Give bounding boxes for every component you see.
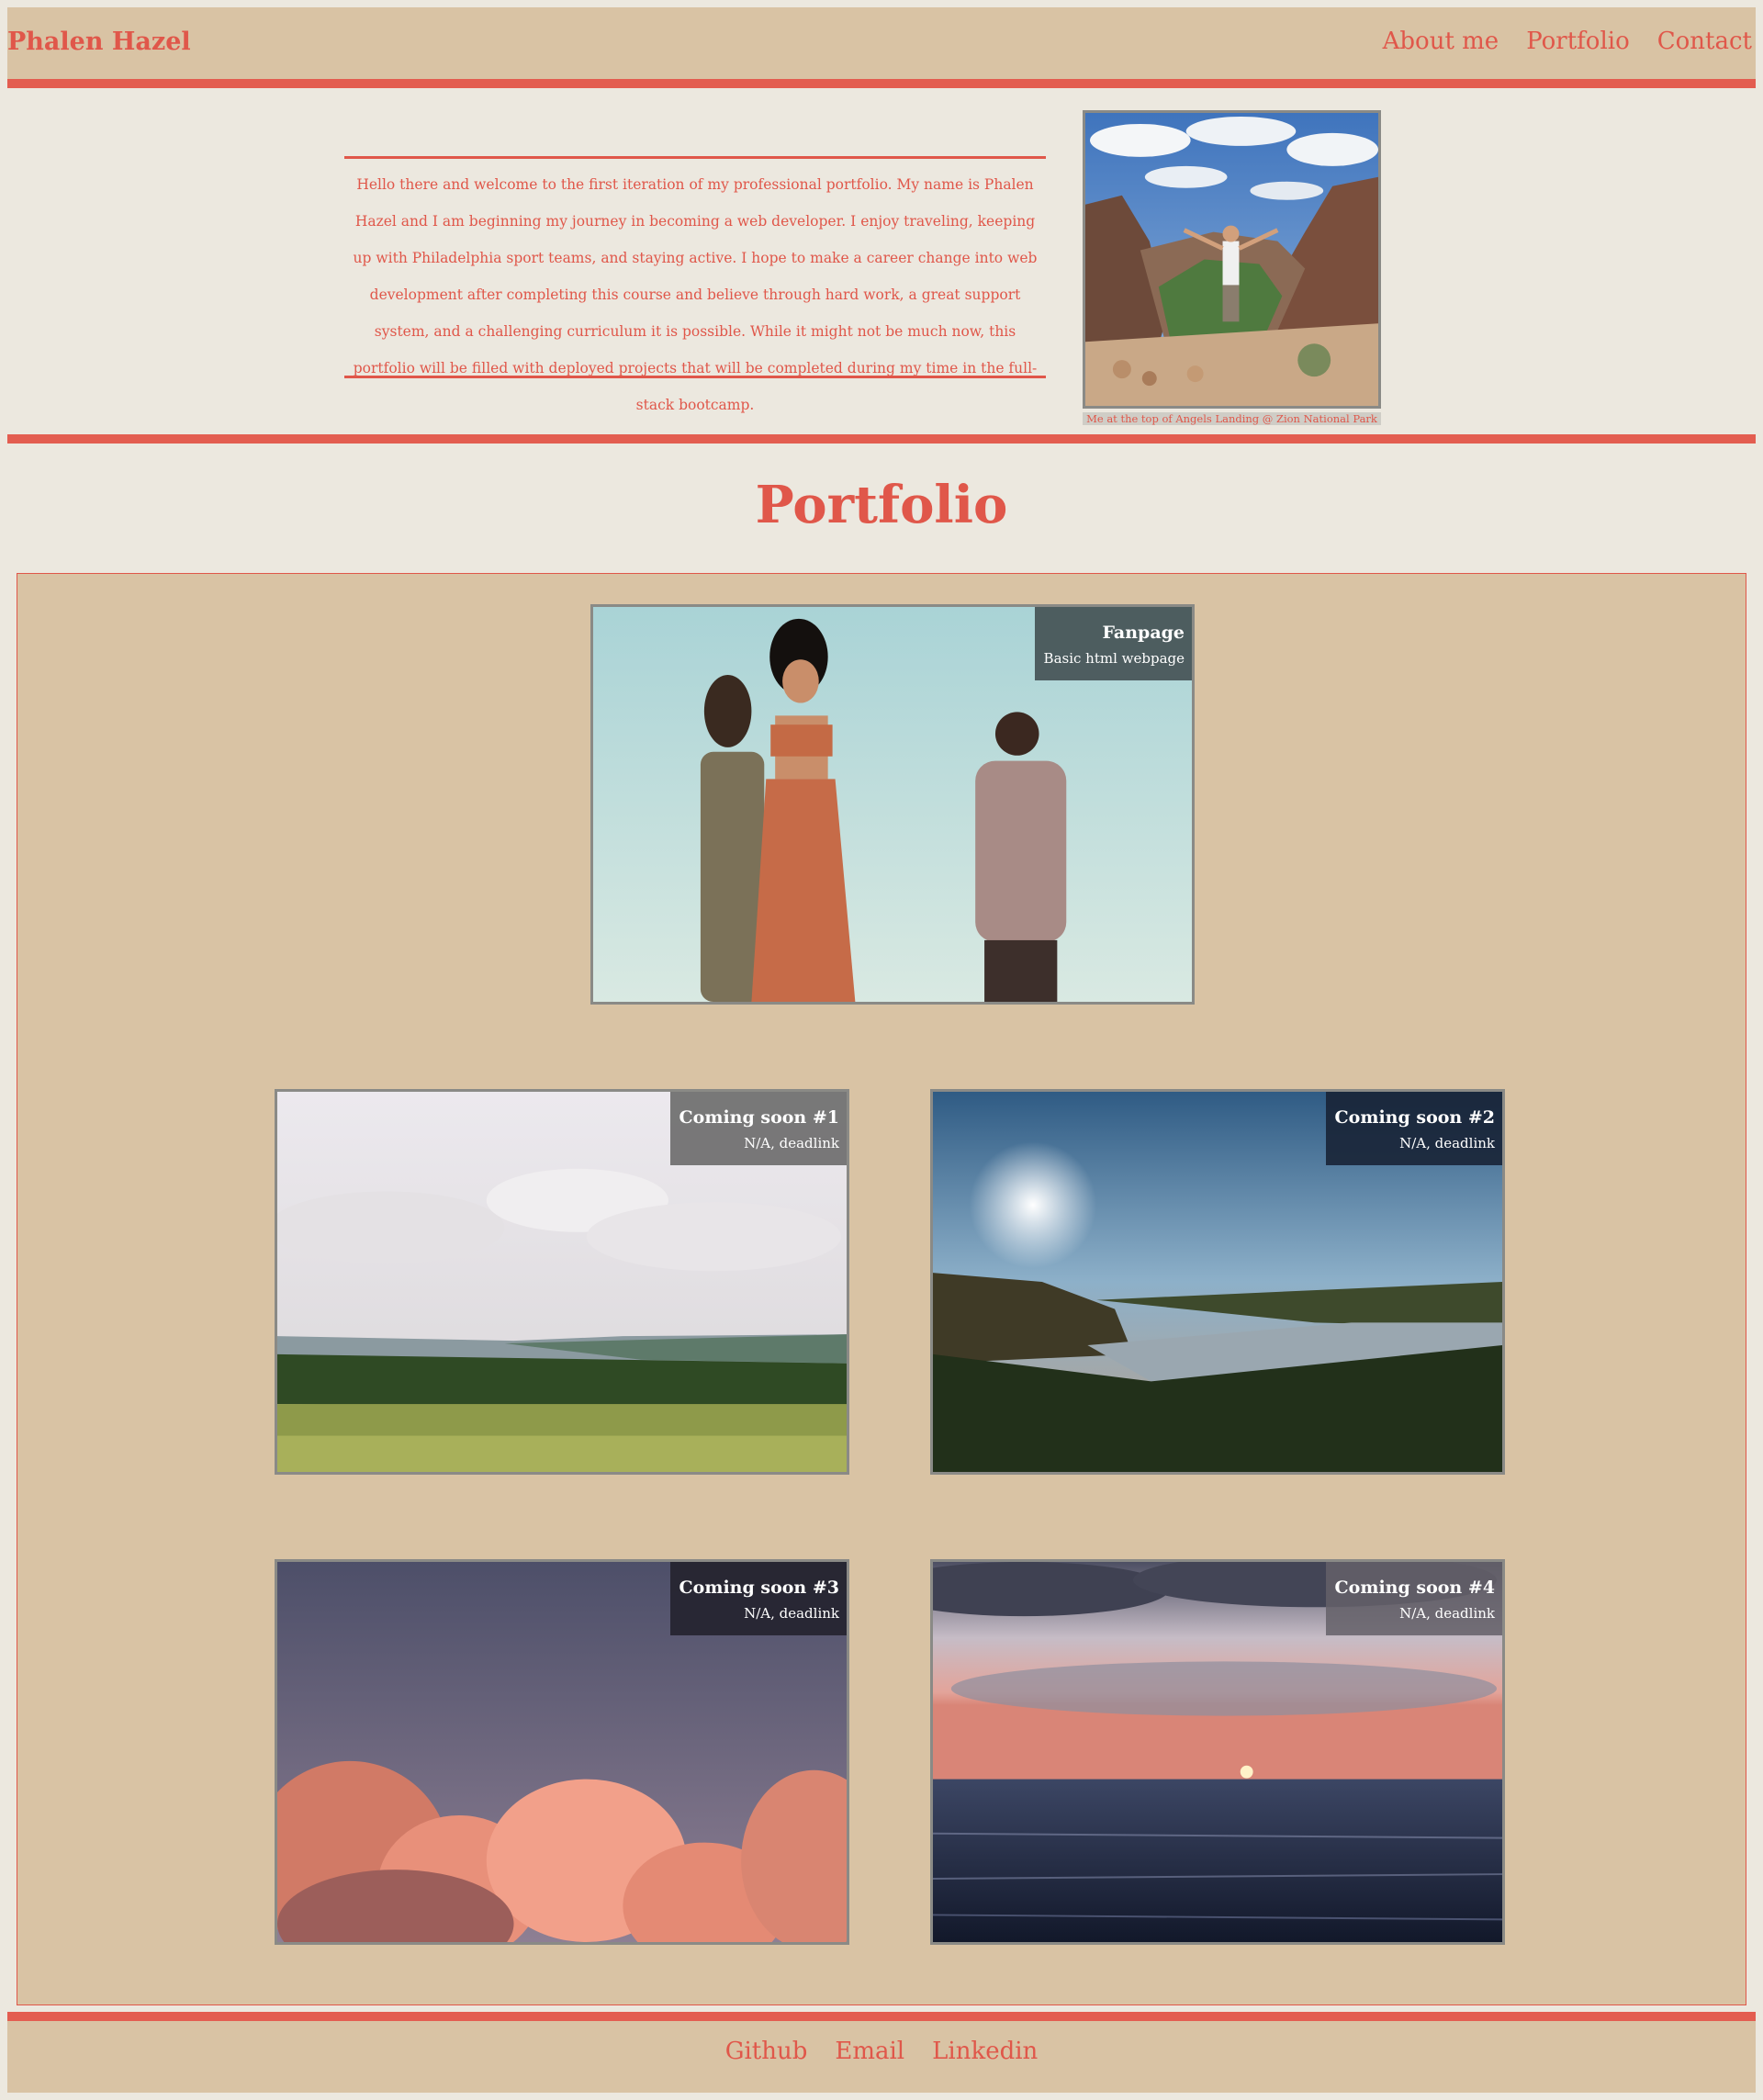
project-label: Coming soon #1 N/A, deadlink (669, 1092, 847, 1165)
project-subtitle: N/A, deadlink (744, 1605, 839, 1622)
profile-photo-figure: Me at the top of Angels Landing @ Zion N… (1083, 110, 1381, 425)
project-label: Coming soon #4 N/A, deadlink (1325, 1562, 1502, 1635)
project-title: Coming soon #2 (1334, 1107, 1495, 1128)
project-label: Coming soon #3 N/A, deadlink (669, 1562, 847, 1635)
section-divider (7, 434, 1756, 444)
footer-link-github[interactable]: Github (725, 2038, 808, 2065)
nav-link-portfolio[interactable]: Portfolio (1526, 28, 1630, 55)
project-subtitle: Basic html webpage (1043, 650, 1185, 667)
project-subtitle: N/A, deadlink (744, 1135, 839, 1151)
site-footer: Github Email Linkedin (7, 2012, 1756, 2093)
project-card-coming-soon-4[interactable]: Coming soon #4 N/A, deadlink (930, 1559, 1505, 1945)
project-title: Coming soon #1 (679, 1107, 839, 1128)
project-card-fanpage[interactable]: Fanpage Basic html webpage (590, 604, 1195, 1005)
project-card-coming-soon-2[interactable]: Coming soon #2 N/A, deadlink (930, 1089, 1505, 1475)
main-nav: About me Portfolio Contact (1383, 28, 1752, 55)
footer-links: Github Email Linkedin (7, 2038, 1756, 2065)
project-label: Coming soon #2 N/A, deadlink (1325, 1092, 1502, 1165)
about-section: Hello there and welcome to the first ite… (7, 88, 1756, 439)
project-subtitle: N/A, deadlink (1399, 1605, 1495, 1622)
portfolio-heading: Portfolio (755, 475, 1008, 535)
brand-name[interactable]: Phalen Hazel (7, 28, 191, 56)
photo-caption: Me at the top of Angels Landing @ Zion N… (1083, 412, 1381, 425)
project-title: Coming soon #3 (679, 1578, 839, 1598)
profile-photo (1083, 110, 1381, 409)
angels-landing-image (1085, 113, 1378, 406)
site-header: Phalen Hazel About me Portfolio Contact (7, 7, 1756, 88)
nav-link-about-me[interactable]: About me (1383, 28, 1499, 55)
bio-text: Hello there and welcome to the first ite… (344, 156, 1046, 413)
project-card-coming-soon-3[interactable]: Coming soon #3 N/A, deadlink (275, 1559, 849, 1945)
portfolio-gallery: Fanpage Basic html webpage Coming soon #… (17, 573, 1746, 2005)
project-card-coming-soon-1[interactable]: Coming soon #1 N/A, deadlink (275, 1089, 849, 1475)
project-subtitle: N/A, deadlink (1399, 1135, 1495, 1151)
project-title: Coming soon #4 (1334, 1578, 1495, 1598)
project-title: Fanpage (1102, 623, 1185, 643)
nav-link-contact[interactable]: Contact (1657, 28, 1752, 55)
footer-link-linkedin[interactable]: Linkedin (932, 2038, 1038, 2065)
footer-link-email[interactable]: Email (835, 2038, 904, 2065)
project-label: Fanpage Basic html webpage (1034, 607, 1192, 680)
